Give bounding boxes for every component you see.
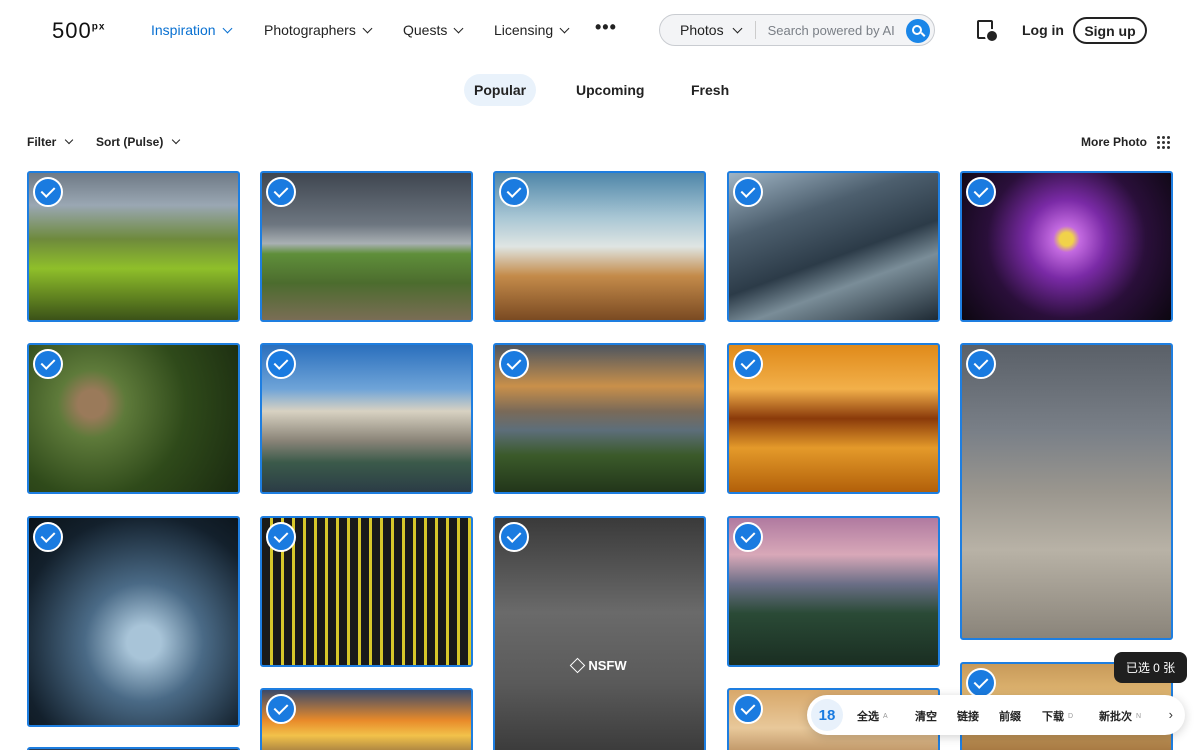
search-input[interactable] (767, 22, 908, 38)
photo-card[interactable] (27, 516, 240, 727)
nav-label: Photographers (264, 22, 356, 38)
photo-card[interactable] (260, 343, 473, 494)
check-icon[interactable] (966, 177, 996, 207)
check-icon[interactable] (733, 177, 763, 207)
tab-fresh[interactable]: Fresh (681, 74, 739, 106)
upload-icon[interactable] (977, 20, 997, 41)
chevron-down-icon (453, 23, 464, 33)
nsfw-label: NSFW (495, 657, 704, 674)
shortcut-key: N (1136, 712, 1142, 720)
action-label: 新批次 (1099, 711, 1132, 723)
photo-card[interactable] (727, 171, 940, 322)
check-icon[interactable] (266, 177, 296, 207)
check-icon[interactable] (266, 694, 296, 724)
check-icon[interactable] (733, 694, 763, 724)
check-icon[interactable] (266, 349, 296, 379)
check-icon[interactable] (499, 349, 529, 379)
tab-popular[interactable]: Popular (464, 74, 537, 106)
clear-button[interactable]: 清空 (915, 708, 937, 724)
check-icon[interactable] (733, 349, 763, 379)
selection-count: 18 (811, 699, 843, 731)
nav-quests[interactable]: Quests (403, 22, 464, 38)
chevron-down-icon (222, 23, 233, 33)
photo-card[interactable] (960, 171, 1173, 322)
photo-card[interactable] (260, 516, 473, 667)
nav-photographers[interactable]: Photographers (264, 22, 373, 38)
signup-button[interactable]: Sign up (1073, 17, 1147, 44)
chevron-down-icon (362, 23, 373, 33)
check-icon[interactable] (33, 177, 63, 207)
nav-label: Licensing (494, 22, 554, 38)
prefix-button[interactable]: 前缀 (999, 708, 1021, 724)
action-label: 清空 (915, 711, 937, 723)
photo-card[interactable] (260, 688, 473, 750)
action-label: 前缀 (999, 711, 1021, 723)
chevron-down-icon (559, 23, 570, 33)
check-icon[interactable] (33, 349, 63, 379)
check-icon[interactable] (966, 668, 996, 698)
tab-upcoming[interactable]: Upcoming (566, 74, 654, 106)
search-button[interactable] (906, 19, 930, 43)
login-link[interactable]: Log in (1022, 22, 1064, 38)
shortcut-key: A (883, 712, 888, 720)
photo-card[interactable] (493, 343, 706, 494)
selection-toolbar: 18 全选 A 清空 链接 前缀 下载 D 新批次 N › (807, 695, 1185, 735)
search-type-select[interactable]: Photos (660, 21, 756, 39)
download-button[interactable]: 下载 D (1042, 708, 1073, 724)
selected-count-badge: 已选 0 张 (1114, 652, 1187, 683)
warning-icon (570, 657, 586, 674)
logo[interactable]: 500px (52, 18, 105, 44)
check-icon[interactable] (499, 177, 529, 207)
top-header: 500px Inspiration Photographers Quests L… (0, 0, 1200, 60)
new-batch-button[interactable]: 新批次 N (1099, 708, 1141, 724)
chevron-right-icon[interactable]: › (1169, 707, 1173, 722)
shortcut-key: D (1068, 712, 1074, 720)
filter-label: Filter (27, 135, 57, 149)
search-type-label: Photos (680, 22, 724, 38)
more-menu-icon[interactable]: ••• (595, 17, 617, 38)
check-icon[interactable] (966, 349, 996, 379)
sort-dropdown[interactable]: Sort (Pulse) (96, 135, 181, 149)
action-label: 下载 (1042, 711, 1064, 723)
photo-card[interactable] (727, 516, 940, 667)
sort-label: Sort (Pulse) (96, 135, 164, 149)
search-bar: Photos (659, 14, 935, 46)
action-label: 链接 (957, 711, 979, 723)
action-label: 全选 (857, 711, 879, 723)
nav-label: Quests (403, 22, 448, 38)
chevron-down-icon (65, 135, 74, 145)
select-all-button[interactable]: 全选 A (857, 708, 888, 724)
chevron-down-icon (732, 23, 743, 33)
more-photo-button[interactable]: More Photo (1081, 135, 1170, 149)
photo-card[interactable] (260, 171, 473, 322)
link-button[interactable]: 链接 (957, 708, 979, 724)
photo-card-nsfw[interactable]: NSFW (493, 516, 706, 750)
search-icon (912, 25, 922, 35)
nav-label: Inspiration (151, 22, 216, 38)
check-icon[interactable] (33, 522, 63, 552)
photo-card[interactable] (27, 171, 240, 322)
nsfw-text: NSFW (588, 658, 627, 673)
nav-licensing[interactable]: Licensing (494, 22, 570, 38)
check-icon[interactable] (266, 522, 296, 552)
photo-card[interactable] (960, 343, 1173, 640)
photo-card[interactable] (493, 171, 706, 322)
chevron-down-icon (172, 135, 181, 145)
filter-dropdown[interactable]: Filter (27, 135, 74, 149)
grid-icon (1157, 135, 1170, 149)
photo-card[interactable] (27, 343, 240, 494)
more-photo-label: More Photo (1081, 135, 1147, 149)
nav-inspiration[interactable]: Inspiration (151, 22, 233, 38)
logo-sup: px (91, 21, 106, 33)
photo-card[interactable] (727, 343, 940, 494)
check-icon[interactable] (499, 522, 529, 552)
check-icon[interactable] (733, 522, 763, 552)
logo-text: 500 (52, 18, 92, 43)
